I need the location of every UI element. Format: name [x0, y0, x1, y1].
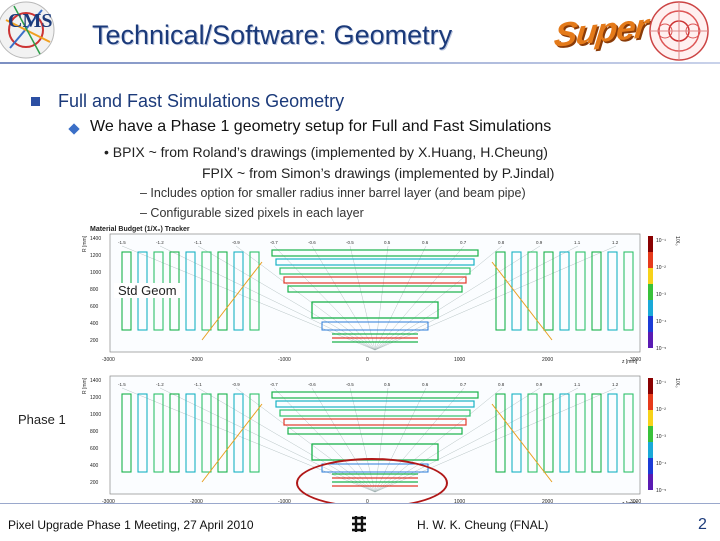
- bullet-square-icon: [31, 97, 40, 106]
- colorbar-segment: [648, 442, 653, 458]
- eta-tick-label: 0.6: [422, 240, 429, 245]
- colorbar-segment: [648, 300, 653, 316]
- x-tick-label: 0: [366, 357, 369, 363]
- eta-tick-label: -1.2: [156, 382, 164, 387]
- eta-tick-label: -1.2: [156, 240, 164, 245]
- bullet-level4-radius: – Includes option for smaller radius inn…: [140, 186, 526, 200]
- colorbar-tick-label: 10⁻⁴: [656, 319, 666, 325]
- phase1-label: Phase 1: [18, 412, 66, 427]
- colorbar-segment: [648, 316, 653, 332]
- eta-tick-label: 0.9: [536, 382, 543, 387]
- y-tick-label: 400: [90, 321, 99, 327]
- colorbar-segment: [648, 474, 653, 490]
- eta-tick-label: 0.8: [498, 240, 505, 245]
- y-tick-label: 600: [90, 304, 99, 310]
- colorbar-segment: [648, 426, 653, 442]
- bullet-level1: Full and Fast Simulations Geometry: [58, 91, 345, 111]
- colorbar-tick-label: 10⁻⁴: [656, 461, 666, 467]
- eta-tick-label: 0.9: [536, 240, 543, 245]
- colorbar-tick-label: 10⁻⁵: [656, 346, 666, 352]
- y-tick-label: 200: [90, 480, 99, 486]
- eta-tick-label: -0.9: [232, 240, 240, 245]
- colorbar-tick-label: 10⁻¹: [656, 380, 666, 386]
- eta-tick-label: -0.7: [270, 240, 278, 245]
- bullet-diamond-icon: [68, 123, 80, 135]
- x-tick-label: 1000: [454, 357, 465, 363]
- eta-tick-label: 0.8: [498, 382, 505, 387]
- x-tick-label: -1000: [278, 357, 291, 363]
- y-unit-label: R [mm]: [82, 235, 88, 252]
- y-tick-label: 1200: [90, 395, 101, 401]
- x-tick-label: -3000: [102, 357, 115, 363]
- plot-title: Material Budget (1/X₀) Tracker: [90, 226, 190, 233]
- colorbar-label: 1/X₀: [674, 378, 680, 388]
- y-tick-label: 800: [90, 287, 99, 293]
- y-tick-label: 600: [90, 446, 99, 452]
- y-unit-label: R [mm]: [82, 377, 88, 394]
- eta-tick-label: -0.5: [346, 240, 354, 245]
- colorbar-segment: [648, 410, 653, 426]
- colorbar-segment: [648, 252, 653, 268]
- eta-tick-label: 0.7: [460, 240, 467, 245]
- x-tick-label: -2000: [190, 357, 203, 363]
- colorbar-segment: [648, 378, 653, 394]
- eta-tick-label: 1.1: [574, 240, 581, 245]
- highlight-ellipse: [296, 458, 448, 508]
- colorbar-tick-label: 10⁻⁵: [656, 488, 666, 494]
- eta-tick-label: -1.1: [194, 240, 202, 245]
- colorbar-segment: [648, 284, 653, 300]
- superb-logo-icon: [640, 0, 718, 62]
- slide-title: Technical/Software: Geometry: [92, 20, 453, 50]
- y-tick-label: 200: [90, 338, 99, 344]
- y-tick-label: 1400: [90, 236, 101, 242]
- colorbar-tick-label: 10⁻²: [656, 407, 666, 413]
- colorbar-label: 1/X₀: [674, 236, 680, 246]
- eta-tick-label: -0.7: [270, 382, 278, 387]
- y-tick-label: 1400: [90, 378, 101, 384]
- colorbar-tick-label: 10⁻¹: [656, 238, 666, 244]
- eta-tick-label: -1.5: [118, 240, 126, 245]
- eta-tick-label: -1.5: [118, 382, 126, 387]
- eta-tick-label: -0.5: [346, 382, 354, 387]
- fermilab-logo-icon: [350, 515, 368, 533]
- y-tick-label: 400: [90, 463, 99, 469]
- eta-tick-label: -0.6: [308, 382, 316, 387]
- eta-tick-label: 0.5: [384, 382, 391, 387]
- colorbar-segment: [648, 236, 653, 252]
- page-number: 2: [698, 516, 707, 533]
- eta-tick-label: 1.1: [574, 382, 581, 387]
- bullet-level3-fpix: FPIX ~ from Simon’s drawings (implemente…: [202, 165, 555, 181]
- footer-meeting: Pixel Upgrade Phase 1 Meeting, 27 April …: [8, 518, 254, 532]
- bullet-level3-bpix: • BPIX ~ from Roland’s drawings (impleme…: [104, 144, 548, 160]
- bullet-level2: We have a Phase 1 geometry setup for Ful…: [90, 118, 552, 135]
- eta-tick-label: 0.5: [384, 240, 391, 245]
- footer-author: H. W. K. Cheung (FNAL): [417, 518, 549, 532]
- x-tick-label: 2000: [542, 357, 553, 363]
- y-tick-label: 1000: [90, 412, 101, 418]
- cms-logo-text: CMS: [8, 10, 53, 32]
- std-geom-label: Std Geom: [114, 283, 181, 298]
- eta-tick-label: 1.2: [612, 240, 619, 245]
- eta-tick-label: 0.7: [460, 382, 467, 387]
- cms-logo: CMS: [0, 0, 78, 62]
- bullet-level4-pixels: – Configurable sized pixels in each laye…: [140, 206, 364, 220]
- eta-tick-label: 0.6: [422, 382, 429, 387]
- colorbar-segment: [648, 394, 653, 410]
- super-logo: Super: [552, 7, 650, 55]
- eta-tick-label: 1.2: [612, 382, 619, 387]
- colorbar-segment: [648, 268, 653, 284]
- y-tick-label: 800: [90, 429, 99, 435]
- colorbar-segment: [648, 458, 653, 474]
- colorbar-tick-label: 10⁻³: [656, 434, 666, 440]
- eta-tick-label: -1.1: [194, 382, 202, 387]
- y-tick-label: 1200: [90, 253, 101, 259]
- colorbar-tick-label: 10⁻³: [656, 292, 666, 298]
- title-divider: [0, 62, 720, 64]
- y-tick-label: 1000: [90, 270, 101, 276]
- eta-tick-label: -0.6: [308, 240, 316, 245]
- colorbar-tick-label: 10⁻²: [656, 265, 666, 271]
- eta-tick-label: -0.9: [232, 382, 240, 387]
- colorbar-segment: [648, 332, 653, 348]
